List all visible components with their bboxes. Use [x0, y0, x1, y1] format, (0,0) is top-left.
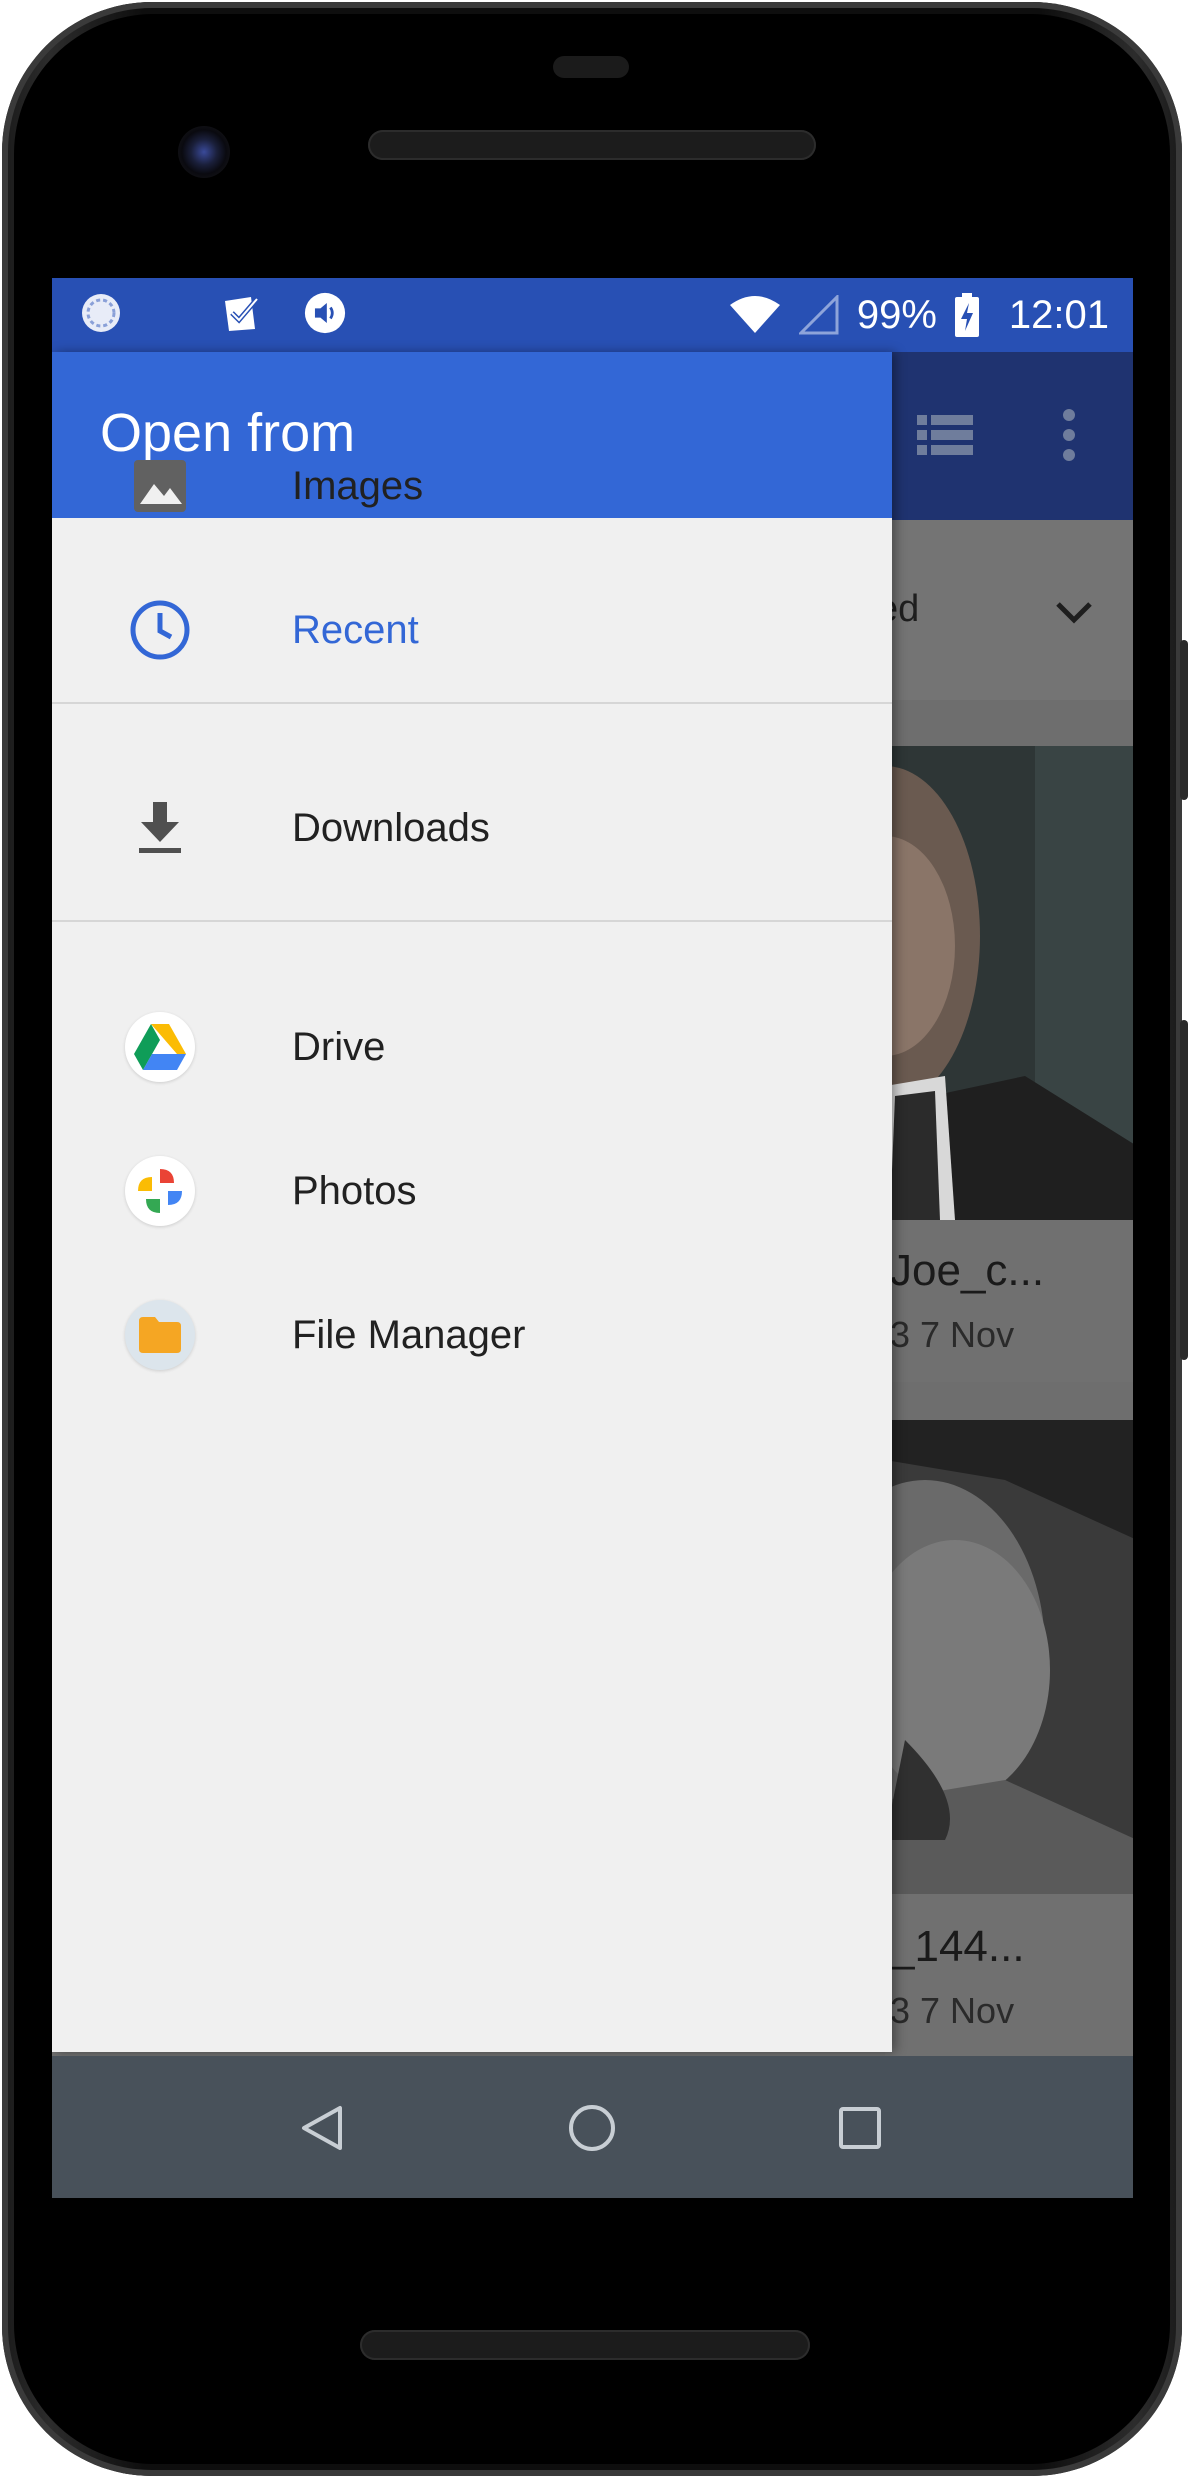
cell-signal-icon: [798, 295, 839, 335]
status-bar: 99% 12:01: [52, 278, 1133, 352]
chevron-down-icon[interactable]: [1052, 590, 1096, 634]
front-camera: [178, 126, 230, 178]
drawer-item-label: Images: [292, 463, 424, 508]
navigation-bar: [52, 2056, 1133, 2198]
drawer-item-images[interactable]: Images: [52, 416, 892, 556]
back-button[interactable]: [292, 2098, 352, 2158]
image-icon: [125, 451, 195, 521]
bottom-speaker: [360, 2330, 810, 2360]
home-icon: [569, 2105, 615, 2151]
battery-charging-icon: [954, 293, 979, 337]
drive-icon: [125, 1012, 195, 1082]
sync-icon: [80, 292, 122, 334]
photo-thumbnail: [885, 746, 1133, 1220]
drawer-item-label: Downloads: [292, 805, 490, 850]
wifi-icon: [729, 296, 780, 333]
volume-button: [1180, 1020, 1188, 1360]
battery-percent: 99%: [856, 292, 937, 337]
drawer-item-label: Photos: [292, 1168, 417, 1213]
drawer-item-recent[interactable]: Recent: [52, 560, 892, 700]
download-icon: [125, 793, 195, 863]
list-view-icon[interactable]: [917, 413, 973, 457]
drawer-item-label: Drive: [292, 1024, 386, 1069]
file-name: Joe_c...: [890, 1246, 1045, 1295]
photo-thumbnail: [885, 1420, 1133, 1894]
power-button: [1180, 640, 1188, 800]
divider: [52, 920, 892, 922]
clock-icon: [125, 595, 195, 665]
screen: ed Joe_c... 3 7 Nov _144... 3 7 Nov 99% …: [52, 278, 1133, 2198]
folder-icon: [125, 1300, 195, 1370]
recents-icon: [839, 2107, 881, 2149]
file-date: 3 7 Nov: [890, 1990, 1015, 2031]
more-options-icon[interactable]: [1062, 408, 1076, 462]
navigation-drawer: Open from Images Recent Downloads Drive …: [52, 352, 892, 2052]
task-check-icon: [220, 292, 262, 334]
back-icon: [302, 2106, 342, 2150]
file-card[interactable]: _144... 3 7 Nov: [885, 1420, 1133, 2060]
notification-icons: [80, 292, 346, 334]
drawer-item-label: File Manager: [292, 1312, 526, 1357]
volume-icon: [304, 292, 346, 334]
drawer-item-photos[interactable]: Photos: [52, 1121, 892, 1261]
drawer-item-downloads[interactable]: Downloads: [52, 758, 892, 898]
home-button[interactable]: [562, 2098, 622, 2158]
divider: [52, 702, 892, 704]
recents-button[interactable]: [830, 2098, 890, 2158]
photos-icon: [125, 1156, 195, 1226]
clock: 12:01: [1008, 292, 1109, 337]
drawer-item-drive[interactable]: Drive: [52, 977, 892, 1117]
file-card[interactable]: Joe_c... 3 7 Nov: [885, 746, 1133, 1382]
drawer-item-file-manager[interactable]: File Manager: [52, 1265, 892, 1405]
drawer-item-label: Recent: [292, 607, 419, 652]
earpiece-speaker: [368, 130, 816, 160]
system-status: 99% 12:01: [729, 278, 1109, 352]
file-date: 3 7 Nov: [890, 1314, 1015, 1355]
file-name: _144...: [890, 1922, 1025, 1971]
proximity-sensor: [553, 56, 629, 78]
